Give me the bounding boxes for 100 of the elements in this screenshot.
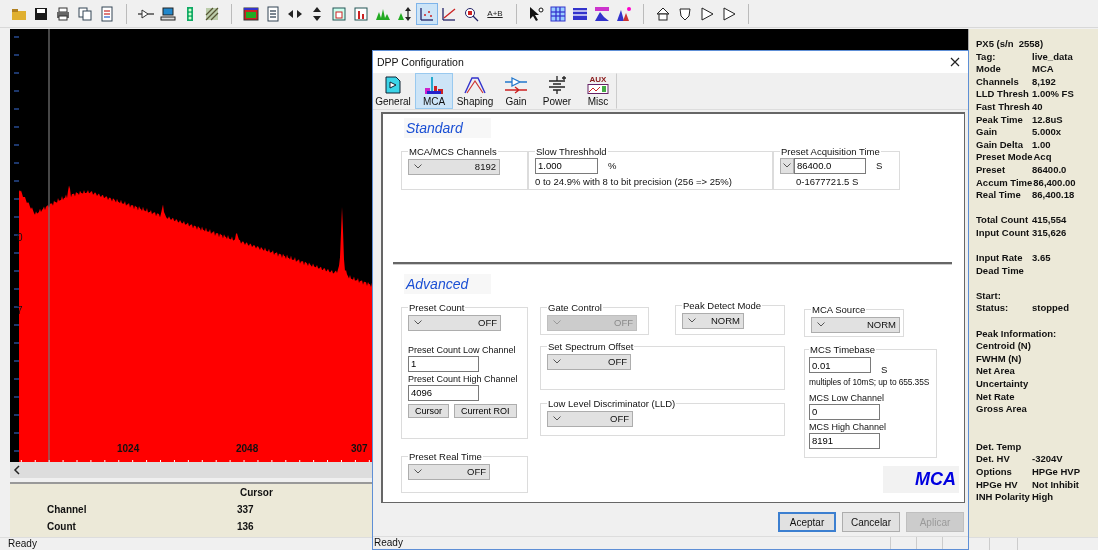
dropdown[interactable]: NORM [682, 312, 744, 329]
info-label: Start: [976, 289, 1002, 303]
info-label: Peak Time [976, 113, 1024, 127]
info-label: Mode [976, 63, 1002, 76]
input-field[interactable]: 8191 [809, 432, 880, 449]
printer-icon[interactable] [55, 5, 71, 22]
shield-icon[interactable] [677, 5, 693, 22]
striped-chart-icon[interactable] [572, 5, 588, 22]
dropdown[interactable]: OFF [547, 410, 633, 427]
scroll-left-icon[interactable] [13, 465, 21, 475]
play-icon[interactable] [699, 5, 715, 22]
icon-label: AUX [589, 75, 607, 84]
dialog-button[interactable]: Cancelar [842, 512, 900, 533]
info-label: PX5 (s/n 2558) [976, 38, 1044, 51]
axis-label: 7 [17, 305, 23, 316]
copy-icon[interactable] [77, 5, 93, 22]
group-label: Gate Control [547, 301, 603, 313]
help-icon[interactable] [528, 5, 544, 22]
info-label: Peak Information: [976, 327, 1057, 341]
info-label: Fast Thresh [976, 100, 1031, 114]
document-icon[interactable] [99, 5, 115, 22]
tab[interactable]: General [374, 72, 412, 109]
spectrum-icon [423, 75, 445, 94]
document-icon[interactable] [265, 5, 281, 22]
sum-button[interactable]: A+B [482, 2, 508, 25]
tab[interactable]: Shaping [456, 72, 494, 109]
dropdown[interactable]: OFF [408, 314, 501, 331]
input-field[interactable]: 86400.0 [794, 157, 866, 174]
chart-box-icon [587, 83, 609, 94]
line-chart-icon[interactable] [441, 5, 457, 22]
house-icon[interactable] [655, 5, 671, 22]
info-label: FWHM (N) [976, 352, 1023, 366]
mode-label: MCA [883, 465, 959, 493]
grid-chart-icon[interactable] [550, 5, 566, 22]
info-value: 5.000x [1032, 126, 1062, 139]
color-peaks-icon[interactable] [616, 5, 632, 22]
info-label: Input Count [976, 226, 1031, 240]
save-icon[interactable] [33, 5, 49, 22]
info-label: Total Count [976, 214, 1030, 227]
small-button[interactable]: Current ROI [454, 403, 517, 418]
group-label: MCA Source [811, 303, 867, 315]
triangle-pulse-icon [464, 75, 486, 94]
info-label: Preset Mode [976, 151, 1033, 164]
input-field[interactable]: 4096 [408, 384, 479, 401]
info-value: 8,192 [1032, 75, 1056, 89]
group-label: Low Level Discriminator (LLD) [547, 397, 677, 409]
computer-icon[interactable] [160, 5, 176, 22]
range-text: 0-1677721.5 S [795, 175, 860, 187]
dropdown[interactable]: 8192 [408, 158, 500, 175]
info-value: 1.00% FS [1032, 88, 1074, 101]
chevron-icon [553, 416, 561, 422]
info-label: Net Area [976, 365, 1016, 379]
chevron-icon [688, 318, 696, 324]
close-icon[interactable] [950, 56, 960, 67]
info-label: Det. Temp [976, 440, 1023, 454]
play-icon[interactable] [721, 5, 737, 22]
info-label: Net Rate [976, 390, 1016, 404]
tab[interactable]: MCA [415, 72, 453, 109]
input-field[interactable]: 0 [809, 403, 880, 420]
info-label: HPGe HV [976, 478, 1019, 492]
zoom-icon[interactable] [463, 5, 479, 22]
tab[interactable]: Gain [497, 72, 535, 109]
group-label: Preset Acquisition Time [780, 145, 881, 157]
info-value: High [1032, 491, 1054, 504]
tab[interactable]: Power [538, 72, 576, 109]
dialog-button[interactable]: Aceptar [778, 512, 836, 533]
chevron-icon [414, 469, 422, 475]
group-label: MCS Timebase [809, 343, 876, 355]
info-label: Uncertainty [976, 378, 1030, 391]
toolbar-toggle[interactable] [416, 2, 438, 25]
battery-icon [546, 75, 568, 94]
dropdown[interactable]: NORM [811, 316, 900, 333]
dropdown[interactable]: OFF [408, 463, 490, 480]
axis-label: 2048 [236, 443, 259, 454]
chevron-icon [553, 359, 561, 365]
info-value: Not Inhibit [1032, 478, 1079, 492]
input-field[interactable]: 1 [408, 355, 479, 372]
input-field[interactable]: 1.000 [535, 157, 598, 174]
group-label: Slow Threshhold [535, 145, 608, 157]
info-label: Status: [976, 302, 1010, 316]
info-value: 40 [1032, 100, 1043, 114]
axis-label: 0 [17, 232, 23, 243]
chevron-icon [414, 320, 422, 326]
row-value: 337 [237, 503, 254, 517]
peaks-arrow-icon[interactable] [397, 5, 413, 22]
input-field[interactable]: 0.01 [809, 357, 871, 374]
dropdown[interactable]: OFF [547, 353, 631, 370]
info-label: Input Rate [976, 252, 1024, 265]
dropdown-button[interactable] [780, 157, 794, 174]
small-button[interactable]: Cursor [408, 403, 449, 418]
info-value: HPGe HVP [1032, 466, 1081, 479]
scatter-icon [419, 5, 435, 22]
chart-window-icon[interactable] [243, 5, 259, 22]
mountain-chart-icon[interactable] [594, 5, 610, 22]
bar-chart-icon[interactable] [353, 5, 369, 22]
zoom-box-icon[interactable] [331, 5, 347, 22]
pattern-icon[interactable] [204, 5, 220, 22]
group-label: Preset Real Time [408, 450, 483, 462]
info-value: -3204V [1032, 453, 1063, 466]
tab[interactable]: AUX Misc [579, 72, 617, 109]
